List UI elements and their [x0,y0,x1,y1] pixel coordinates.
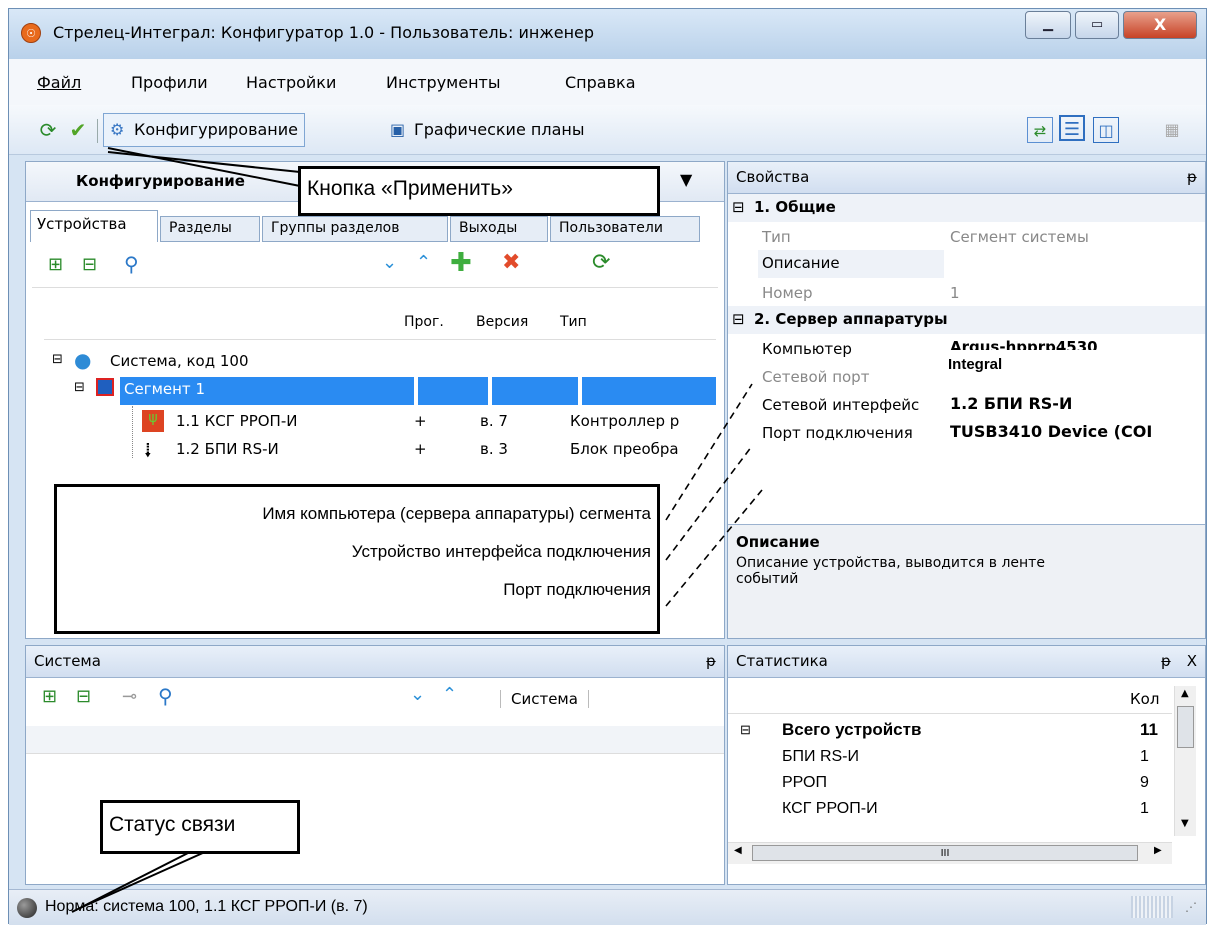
callout-connection-port: Порт подключения [503,580,651,599]
callout-interface-device: Устройство интерфейса подключения [351,542,651,561]
callout-connection-status: Статус связи [100,800,300,854]
callout-apply-button: Кнопка «Применить» [298,166,660,216]
callout-connection-settings: Имя компьютера (сервера аппаратуры) сегм… [54,484,660,634]
annotation-arrows [71,147,763,913]
callout-computer-name: Имя компьютера (сервера аппаратуры) сегм… [262,504,651,523]
